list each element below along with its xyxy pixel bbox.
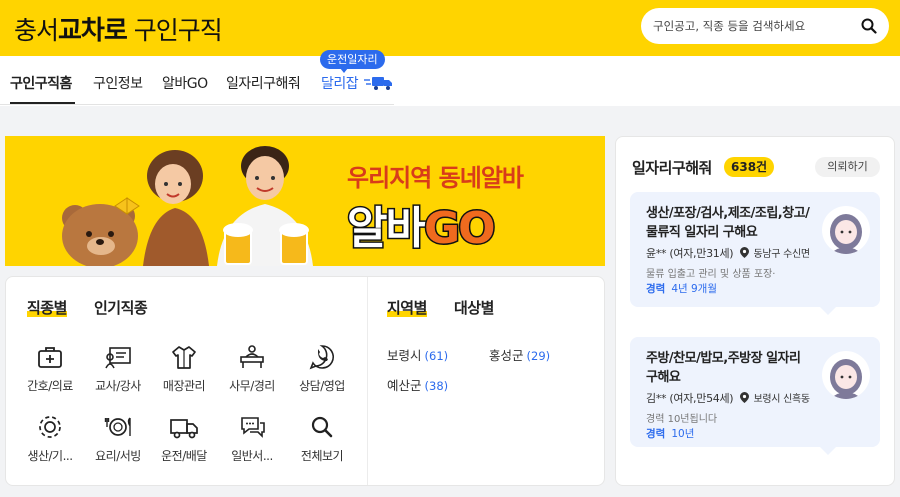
banner-subtitle: 우리지역 동네알바 [347,164,524,192]
region-hongseong[interactable]: 홍성군 (29) [489,345,550,364]
tab-popular-jobs[interactable]: 인기직종 [94,297,148,318]
region-count: (29) [526,349,551,363]
region-yesan[interactable]: 예산군 (38) [387,375,448,394]
main-nav: 구인구직홈 구인정보 알바GO 일자리구해줘 달리잡 운전일자리 [0,50,900,106]
category-card: 직종별 인기직종 간호/의료 교사/강사 매장관리 사무/경리 상담/영업 생산… [5,276,605,486]
logo[interactable]: 충서교차로 구인구직 [14,10,223,47]
woman-avatar-icon [830,214,862,254]
medical-kit-icon [38,347,62,368]
region-count: (61) [424,349,449,363]
logo-region: 충서 [14,16,59,45]
category-medical[interactable]: 간호/의료 [18,343,82,394]
category-label: 매장관리 [162,379,206,393]
tab-dallijob[interactable]: 달리잡 [321,73,394,93]
avatar [822,206,870,254]
experience-label: 경력 [646,428,666,440]
region-name: 예산군 [387,378,422,393]
job-seeker-card[interactable]: 생산/포장/검사,제조/조립,창고/물류직 일자리 구해요 윤** (여자,만3… [630,192,880,315]
shirt-icon [172,346,196,369]
driving-job-badge: 운전일자리 [320,50,385,73]
woman-avatar-icon [830,359,862,399]
albago-banner[interactable]: 우리지역 동네알바 알바GO [5,136,605,266]
job-description: 경력 10년됩니다 [646,414,718,425]
tab-job-info[interactable]: 구인정보 [93,73,143,93]
category-label: 상담/영업 [299,379,345,393]
region-boryeong[interactable]: 보령시 (61) [387,345,448,364]
request-button[interactable]: 의뢰하기 [815,157,880,177]
location-pin-icon [740,247,750,258]
office-desk-icon [240,345,264,368]
experience-value: 10년 [671,428,695,440]
panel-title: 일자리구해줘 [632,159,712,177]
category-cooking[interactable]: 요리/서빙 [86,413,150,464]
job-experience: 경력 10년 [646,426,694,441]
job-person: 윤** (여자,만31세) [646,247,734,260]
job-seeker-panel: 일자리구해줘 638건 의뢰하기 생산/포장/검사,제조/조립,창고/물류직 일… [615,136,895,486]
category-production[interactable]: 생산/기... [18,413,82,464]
experience-value: 4년 9개월 [671,283,718,295]
location-pin-icon [740,392,750,403]
banner-title-albago: 알바 [346,202,428,256]
job-location: 동남구 수신면 [753,249,810,260]
category-label: 일반서... [231,449,273,463]
banner-title: 알바GO [346,192,497,256]
category-label: 운전/배달 [161,449,207,463]
region-count: (38) [424,379,449,393]
category-label: 요리/서빙 [95,449,141,463]
job-title: 생산/포장/검사,제조/조립,창고/물류직 일자리 구해요 [646,206,810,240]
tab-albago[interactable]: 알바GO [162,73,208,93]
tab-by-target[interactable]: 대상별 [454,297,494,318]
experience-label: 경력 [646,283,666,295]
tab-by-job-type[interactable]: 직종별 [27,297,67,318]
job-location: 보령시 신흑동 [753,394,810,405]
category-label: 생산/기... [27,449,73,463]
category-label: 간호/의료 [27,379,73,393]
tab-find-me-job[interactable]: 일자리구해줘 [226,73,301,93]
nav-divider [0,104,394,105]
region-name: 홍성군 [489,348,524,363]
avatar [822,351,870,399]
category-view-all[interactable]: 전체보기 [290,413,354,464]
speech-bubble-icon [241,417,265,438]
search-input[interactable] [653,17,857,35]
category-teacher[interactable]: 교사/강사 [86,343,150,394]
search-bar [641,8,889,44]
plate-icon [104,417,131,436]
job-meta: 윤** (여자,만31세) 동남구 수신면 [646,245,810,261]
job-experience: 경력 4년 9개월 [646,281,717,296]
job-description: 물류 입출고 관리 및 상품 포장· [646,269,776,280]
category-office[interactable]: 사무/경리 [220,343,284,394]
job-title: 주방/찬모/밥모,주방장 일자리 구해요 [646,351,801,385]
category-store[interactable]: 매장관리 [152,343,216,394]
category-label: 전체보기 [300,449,344,463]
job-meta: 김** (여자,만54세) 보령시 신흑동 [646,390,810,406]
logo-brand: 교차로 [58,16,128,46]
banner-title-go: GO [422,202,496,256]
teacher-board-icon [105,347,131,369]
search-icon [311,416,333,438]
page: 충서교차로 구인구직 구인구직홈 구인정보 알바GO 일자리구해줘 달리잡 [0,0,900,497]
truck-icon [364,77,393,90]
banner-illustration [62,146,313,266]
phone-chat-icon [309,345,334,370]
region-name: 보령시 [387,348,422,363]
tab-by-region[interactable]: 지역별 [387,297,427,318]
tab-dallijob-label: 달리잡 [321,76,359,92]
gear-icon [39,416,61,438]
seeker-count-badge: 638건 [724,157,775,177]
job-person: 김** (여자,만54세) [646,392,734,405]
category-label: 교사/강사 [95,379,141,393]
tab-recruit-home[interactable]: 구인구직홈 [10,73,72,93]
truck-icon [170,419,198,439]
category-general-service[interactable]: 일반서... [220,413,284,464]
category-label: 사무/경리 [229,379,275,393]
category-sales[interactable]: 상담/영업 [290,343,354,394]
section-divider [367,277,368,485]
search-icon[interactable] [861,18,877,34]
logo-service: 구인구직 [133,16,223,45]
job-seeker-card[interactable]: 주방/찬모/밥모,주방장 일자리 구해요 김** (여자,만54세) 보령시 신… [630,337,880,455]
header: 충서교차로 구인구직 [0,0,900,56]
category-delivery[interactable]: 운전/배달 [152,413,216,464]
